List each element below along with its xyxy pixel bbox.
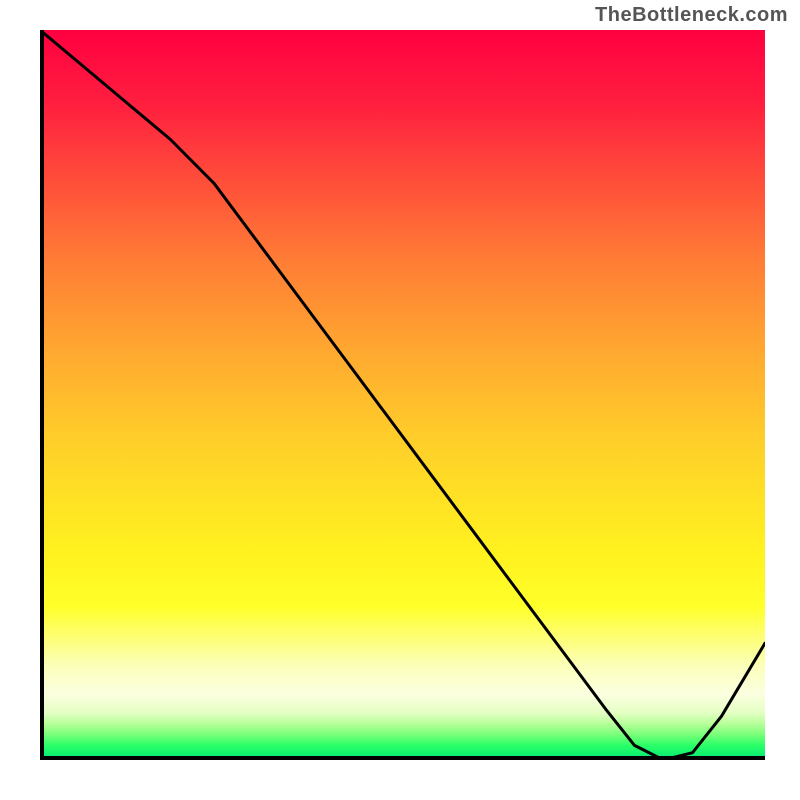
range-marker	[606, 756, 679, 760]
watermark-text: TheBottleneck.com	[595, 4, 788, 27]
chart-container: TheBottleneck.com	[0, 0, 800, 800]
curve-layer	[40, 30, 765, 760]
curve-path	[40, 30, 765, 760]
plot-area	[40, 30, 765, 760]
